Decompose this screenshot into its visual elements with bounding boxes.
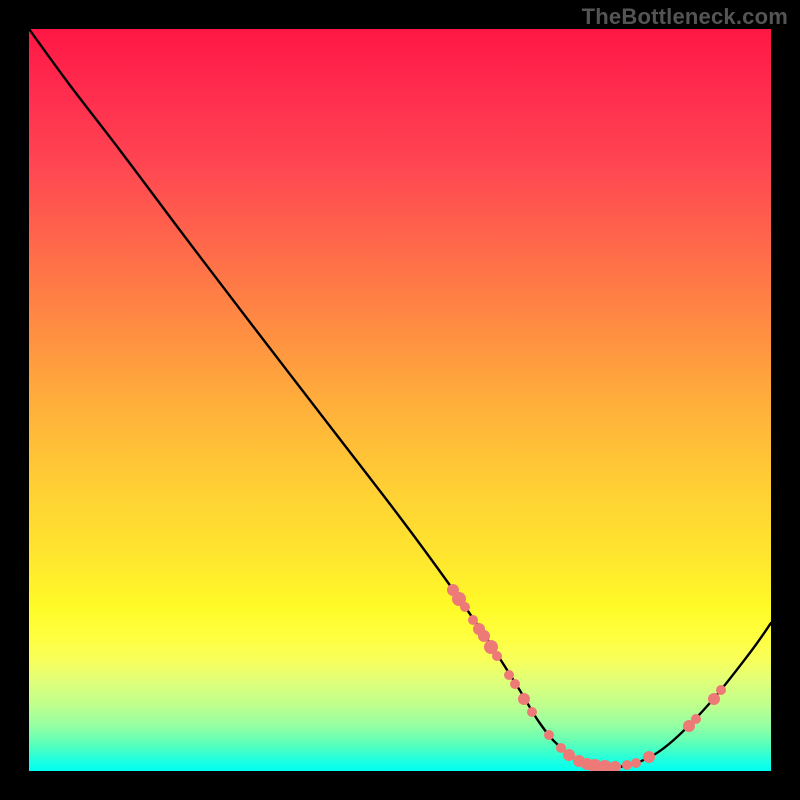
data-marker bbox=[622, 760, 632, 770]
bottleneck-curve bbox=[29, 29, 771, 767]
data-marker bbox=[460, 602, 470, 612]
data-marker bbox=[527, 707, 537, 717]
curve-svg bbox=[29, 29, 771, 771]
watermark-text: TheBottleneck.com bbox=[582, 4, 788, 30]
data-marker bbox=[631, 758, 641, 768]
data-marker bbox=[510, 679, 520, 689]
data-marker bbox=[643, 751, 655, 763]
plot-area bbox=[29, 29, 771, 771]
data-marker bbox=[492, 651, 502, 661]
data-marker bbox=[708, 693, 720, 705]
data-markers bbox=[447, 584, 726, 771]
data-marker bbox=[691, 714, 701, 724]
data-marker bbox=[563, 749, 575, 761]
data-marker bbox=[544, 730, 554, 740]
data-marker bbox=[468, 615, 478, 625]
data-marker bbox=[609, 761, 621, 771]
data-marker bbox=[478, 630, 490, 642]
data-marker bbox=[716, 685, 726, 695]
data-marker bbox=[504, 670, 514, 680]
data-marker bbox=[518, 693, 530, 705]
